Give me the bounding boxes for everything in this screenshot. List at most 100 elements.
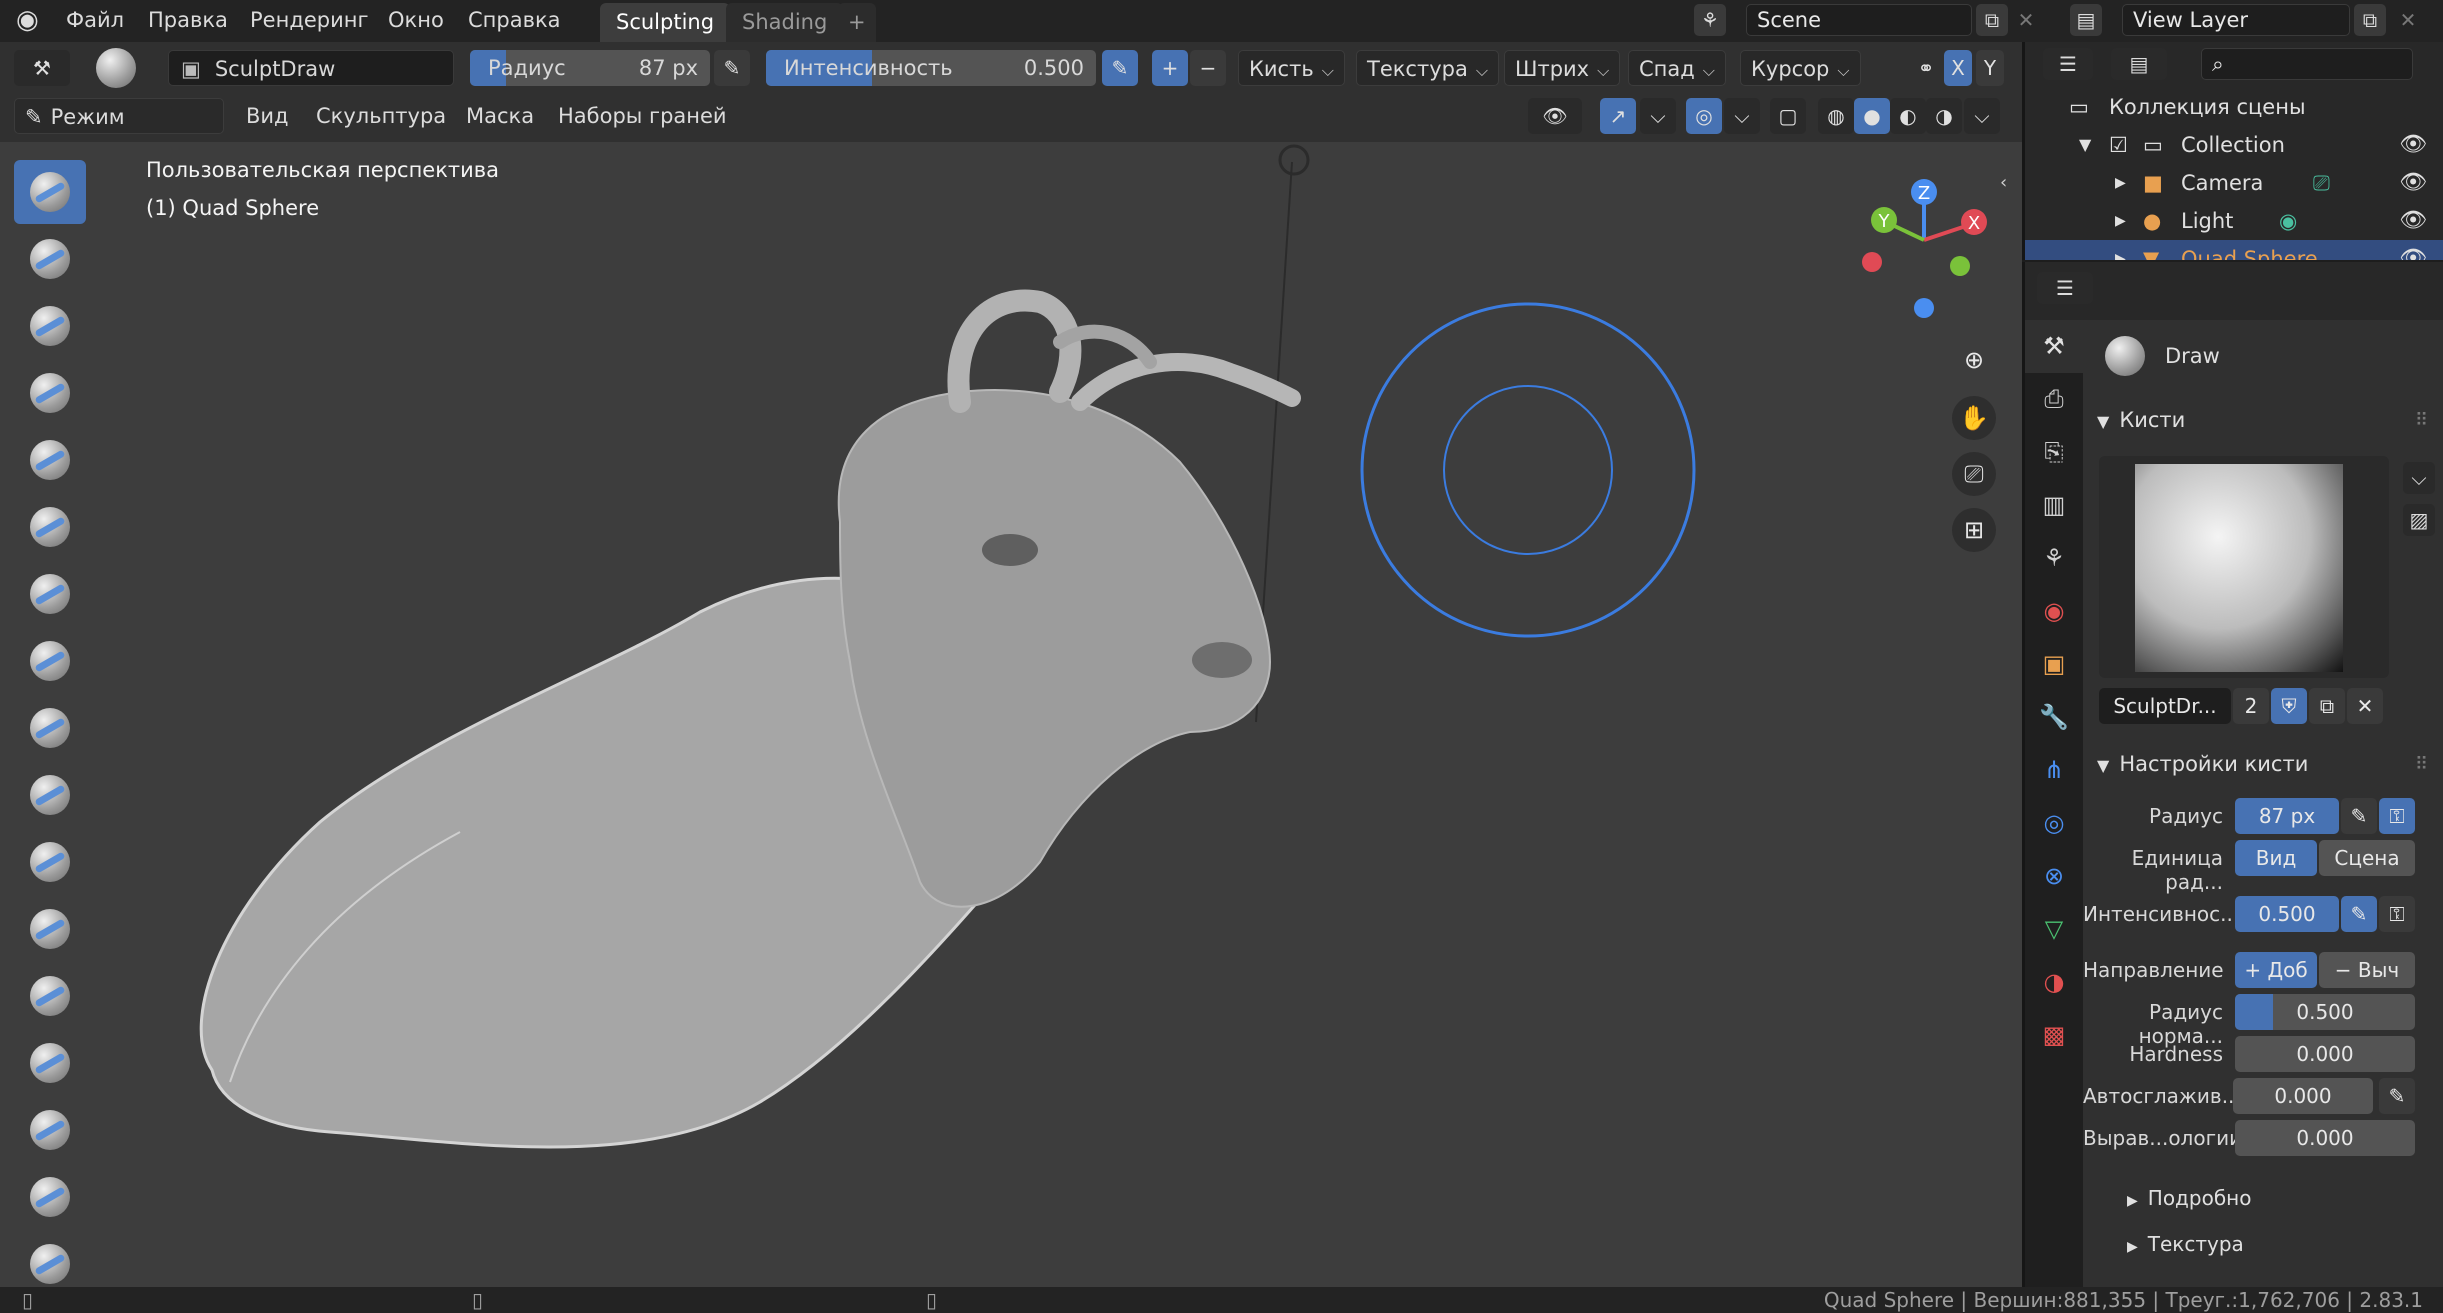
blender-logo-icon[interactable]: ◉ — [16, 5, 50, 35]
solid-shading-icon[interactable]: ● — [1854, 98, 1890, 134]
face-sets-menu[interactable]: Наборы граней — [548, 98, 737, 134]
material-tab-icon[interactable]: ◑ — [2025, 956, 2083, 1009]
direction-subtract-button[interactable]: − — [1190, 50, 1226, 86]
overlays-options-icon[interactable]: ⌵ — [1724, 98, 1760, 134]
outliner-scene-collection[interactable]: ▭ Коллекция сцены — [2025, 88, 2443, 126]
scene-name-field[interactable]: Scene — [1746, 4, 1972, 36]
view-layer-tab-icon[interactable]: ▥ — [2025, 479, 2083, 532]
zoom-icon[interactable]: ⊕ — [1952, 338, 1996, 382]
view-menu[interactable]: Вид — [236, 98, 299, 134]
radius-unit-view-button[interactable]: Вид — [2235, 840, 2317, 876]
direction-add-button[interactable]: + Доб — [2235, 952, 2317, 988]
texture-dropdown[interactable]: Текстура ⌵ — [1356, 50, 1499, 86]
symmetry-icon[interactable]: ⚭ — [1908, 50, 1944, 86]
outliner-item-light[interactable]: ▶ ● Light ◉ 👁 — [2025, 202, 2443, 240]
brush-image-icon[interactable]: ▨ — [2403, 504, 2435, 536]
texture-subpanel[interactable]: ▶ Текстура — [2127, 1232, 2244, 1256]
properties-editor-type-icon[interactable]: ☰ — [2037, 272, 2093, 304]
pan-hand-icon[interactable]: ✋ — [1952, 396, 1996, 440]
rendered-shading-icon[interactable]: ◑ — [1926, 98, 1962, 134]
expand-arrow-icon[interactable]: ▶ — [2115, 164, 2126, 202]
navigation-gizmo[interactable]: Z X Y — [1850, 162, 2022, 342]
tool-settings-icon[interactable]: ⚒ — [14, 50, 70, 86]
radius-slider[interactable]: Радиус 87 px — [470, 50, 710, 86]
sculpt-menu[interactable]: Скульптура — [306, 98, 456, 134]
menu-file[interactable]: Файл — [66, 5, 124, 35]
particles-tab-icon[interactable]: ⋔ — [2025, 744, 2083, 797]
radius-pressure-icon[interactable]: ✎ — [714, 50, 750, 86]
outliner-item-quad-sphere[interactable]: ▶ ▼ Quad Sphere 👁 — [2025, 240, 2443, 260]
brush-settings-section-header[interactable]: ▼ Настройки кисти — [2097, 752, 2308, 776]
menu-render[interactable]: Рендеринг — [250, 5, 369, 35]
radius-pressure-icon[interactable]: ✎ — [2341, 798, 2377, 834]
radius-prop-field[interactable]: 87 px — [2235, 798, 2339, 834]
symmetry-x-toggle[interactable]: X — [1944, 50, 1972, 86]
falloff-dropdown[interactable]: Спад ⌵ — [1628, 50, 1726, 86]
fake-user-shield-icon[interactable]: ⛨ — [2271, 688, 2307, 724]
brush-preview-icon[interactable] — [96, 48, 136, 88]
strength-lock-icon[interactable]: ⚿ — [2379, 896, 2415, 932]
material-preview-icon[interactable]: ◐ — [1890, 98, 1926, 134]
new-scene-icon[interactable]: ⧉ — [1976, 4, 2008, 36]
visibility-toggle-icon[interactable]: 👁 — [1528, 98, 1582, 134]
new-view-layer-icon[interactable]: ⧉ — [2354, 4, 2386, 36]
radius-lock-icon[interactable]: ⚿ — [2379, 798, 2415, 834]
radius-unit-scene-button[interactable]: Сцена — [2319, 840, 2415, 876]
data-tab-icon[interactable]: ▽ — [2025, 903, 2083, 956]
sidebar-toggle-icon[interactable]: ‹ — [2000, 172, 2007, 193]
delete-scene-icon[interactable]: ✕ — [2010, 4, 2042, 36]
duplicate-brush-icon[interactable]: ⧉ — [2309, 688, 2345, 724]
brush-browse-icon[interactable]: ⌵ — [2403, 462, 2435, 494]
object-tab-icon[interactable]: ▣ — [2025, 638, 2083, 691]
shading-options-icon[interactable]: ⌵ — [1964, 98, 2000, 134]
render-tab-icon[interactable]: ⎙ — [2025, 373, 2083, 426]
stroke-dropdown[interactable]: Штрих ⌵ — [1504, 50, 1621, 86]
symmetry-y-toggle[interactable]: Y — [1976, 50, 2004, 86]
unlink-brush-icon[interactable]: ✕ — [2347, 688, 2383, 724]
add-workspace-button[interactable]: + — [838, 3, 876, 42]
checkbox-icon[interactable]: ☑ — [2109, 126, 2128, 164]
expand-arrow-icon[interactable]: ▼ — [2079, 126, 2091, 164]
tool-tab-icon[interactable]: ⚒ — [2025, 320, 2083, 373]
tab-sculpting[interactable]: Sculpting — [600, 3, 731, 42]
brush-preview-frame[interactable] — [2099, 456, 2389, 678]
mode-dropdown[interactable]: ✎Режим скул...⌵ — [14, 98, 224, 165]
direction-add-button[interactable]: + — [1152, 50, 1188, 86]
menu-edit[interactable]: Правка — [148, 5, 228, 35]
xray-toggle-icon[interactable]: ▢ — [1770, 98, 1806, 134]
texture-tab-icon[interactable]: ▩ — [2025, 1009, 2083, 1062]
3d-viewport[interactable]: Пользовательская перспектива (1) Quad Sp… — [0, 142, 2022, 1287]
expand-arrow-icon[interactable]: ▶ — [2115, 202, 2126, 240]
drag-handle-icon[interactable]: ⠿ — [2415, 410, 2428, 431]
brush-slot-name-field[interactable]: SculptDr... — [2099, 688, 2231, 724]
view-layer-selector-icon[interactable]: ▤ — [2070, 4, 2102, 36]
scene-selector-icon[interactable]: ⚘ — [1694, 4, 1726, 36]
strength-pressure-icon[interactable]: ✎ — [1102, 50, 1138, 86]
menu-window[interactable]: Окно — [388, 5, 444, 35]
wireframe-shading-icon[interactable]: ◍ — [1818, 98, 1854, 134]
direction-subtract-button[interactable]: − Выч — [2319, 952, 2415, 988]
editor-type-icon[interactable]: ☰ — [2043, 48, 2093, 80]
mask-menu[interactable]: Маска — [456, 98, 544, 134]
constraints-tab-icon[interactable]: ⊗ — [2025, 850, 2083, 903]
strength-pressure-icon[interactable]: ✎ — [2341, 896, 2377, 932]
strength-prop-field[interactable]: 0.500 — [2235, 896, 2339, 932]
autosmooth-slider[interactable]: 0.000 — [2233, 1078, 2373, 1114]
output-tab-icon[interactable]: ⎘ — [2025, 426, 2083, 479]
brush-name-field[interactable]: ▣ SculptDraw — [168, 50, 454, 86]
brush-users-count[interactable]: 2 — [2233, 688, 2269, 724]
brushes-section-header[interactable]: ▼ Кисти — [2097, 408, 2185, 432]
menu-help[interactable]: Справка — [468, 5, 561, 35]
gizmo-toggle-icon[interactable]: ↗ — [1600, 98, 1636, 134]
topology-rake-slider[interactable]: 0.000 — [2235, 1120, 2415, 1156]
cursor-dropdown[interactable]: Курсор ⌵ — [1740, 50, 1861, 86]
eye-icon[interactable]: 👁 — [2399, 240, 2427, 260]
perspective-toggle-icon[interactable]: ⊞ — [1952, 508, 1996, 552]
advanced-subpanel[interactable]: ▶ Подробно — [2127, 1186, 2251, 1210]
expand-arrow-icon[interactable]: ▶ — [2115, 240, 2126, 260]
eye-icon[interactable]: 👁 — [2399, 126, 2427, 164]
hardness-slider[interactable]: 0.000 — [2235, 1036, 2415, 1072]
overlays-toggle-icon[interactable]: ◎ — [1686, 98, 1722, 134]
strength-slider[interactable]: Интенсивность 0.500 — [766, 50, 1096, 86]
outliner-item-camera[interactable]: ▶ ■ Camera ⎚ 👁 — [2025, 164, 2443, 202]
